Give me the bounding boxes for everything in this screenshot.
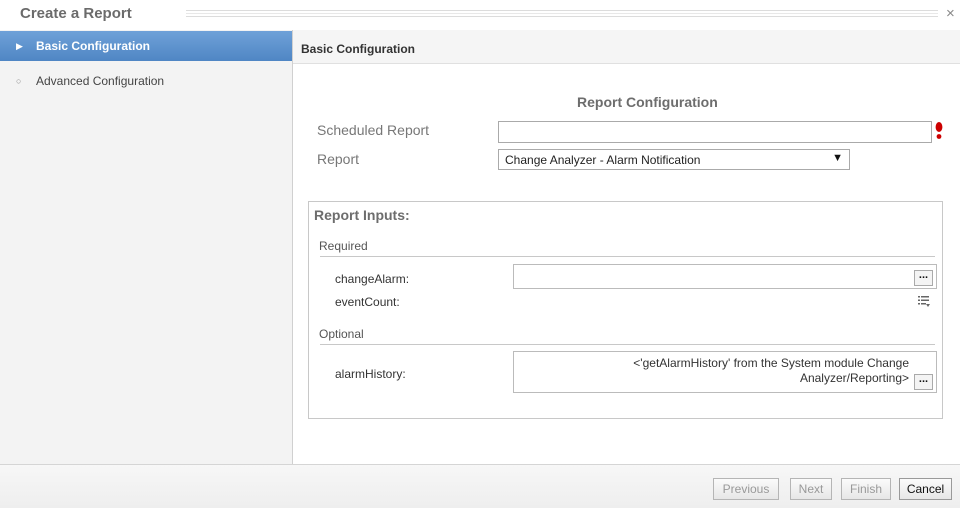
wizard-sidebar: ▶ Basic Configuration ○ Advanced Configu… <box>0 30 293 464</box>
sidebar-item-basic-configuration[interactable]: ▶ Basic Configuration <box>0 31 292 61</box>
titlebar-rule <box>186 10 938 17</box>
optional-divider <box>320 344 935 345</box>
change-alarm-label: changeAlarm: <box>335 272 410 286</box>
report-inputs-title: Report Inputs: <box>314 207 410 223</box>
dropdown-arrow-icon: ▼ <box>832 152 843 164</box>
alarm-history-browse-button[interactable]: ... <box>914 374 933 390</box>
triangle-right-icon: ▶ <box>16 41 23 51</box>
cancel-button[interactable]: Cancel <box>899 478 952 500</box>
finish-button[interactable]: Finish <box>841 478 891 500</box>
main-header: Basic Configuration <box>293 30 960 64</box>
required-divider <box>320 256 935 257</box>
list-dropdown-icon[interactable] <box>917 294 931 308</box>
section-title: Report Configuration <box>577 94 718 110</box>
scheduled-report-label: Scheduled Report <box>317 122 430 138</box>
required-icon <box>935 122 943 139</box>
dialog-titlebar: Create a Report × <box>0 0 960 30</box>
event-count-label: eventCount: <box>335 295 400 309</box>
scheduled-report-input[interactable] <box>498 121 932 143</box>
circle-bullet-icon: ○ <box>16 76 22 86</box>
next-button[interactable]: Next <box>790 478 832 500</box>
report-label: Report <box>317 151 360 167</box>
sidebar-item-label: Basic Configuration <box>36 39 151 53</box>
sidebar-item-label: Advanced Configuration <box>36 74 165 88</box>
page-title: Basic Configuration <box>301 42 416 56</box>
close-icon[interactable]: × <box>946 5 960 23</box>
previous-button[interactable]: Previous <box>713 478 779 500</box>
alarm-history-label: alarmHistory: <box>335 367 406 381</box>
sidebar-item-advanced-configuration[interactable]: ○ Advanced Configuration <box>0 66 292 96</box>
alarm-history-input[interactable]: <'getAlarmHistory' from the System modul… <box>513 351 937 393</box>
change-alarm-browse-button[interactable]: ... <box>914 270 933 286</box>
optional-group-label: Optional <box>319 327 364 341</box>
report-select-value: Change Analyzer - Alarm Notification <box>505 153 701 167</box>
required-group-label: Required <box>319 239 368 253</box>
report-select[interactable]: Change Analyzer - Alarm Notification ▼ <box>498 149 850 170</box>
alarm-history-value: <'getAlarmHistory' from the System modul… <box>633 356 909 385</box>
dialog-title: Create a Report <box>20 5 132 22</box>
change-alarm-input[interactable] <box>513 264 937 289</box>
